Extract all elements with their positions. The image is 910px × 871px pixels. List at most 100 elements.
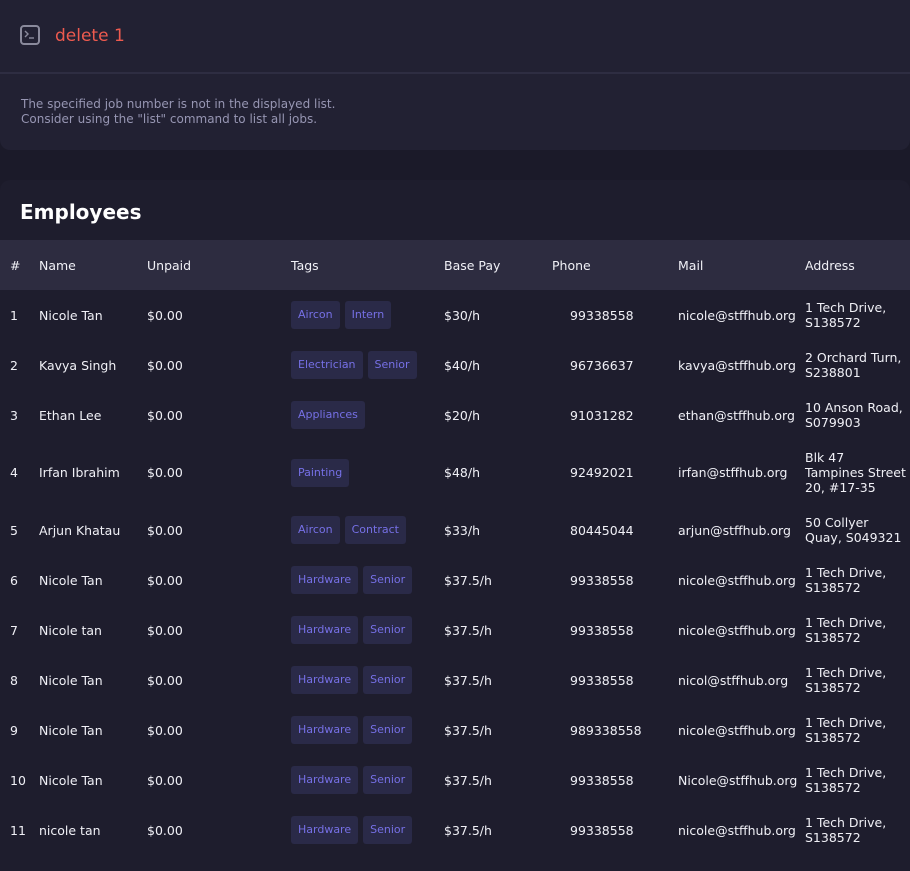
tags-cell: Painting — [291, 440, 444, 505]
tag-badge[interactable]: Hardware — [291, 716, 359, 744]
address: 2 Orchard Turn, S238801 — [805, 350, 902, 380]
tag-badge[interactable]: Appliances — [291, 401, 365, 429]
table-header-row: # Name Unpaid Tags Base Pay Phone Mail A… — [0, 240, 910, 290]
table-row[interactable]: 8 Nicole Tan $0.00 Hardware Senior $37.5/h 993… — [0, 655, 910, 705]
column-header-tags[interactable]: Tags — [291, 240, 444, 290]
tag-badge[interactable]: Aircon — [291, 516, 340, 544]
command-input-text[interactable]: delete 1 — [55, 25, 125, 47]
column-header-address[interactable]: Address — [805, 240, 910, 290]
employee-name: Irfan Ibrahim — [39, 465, 120, 480]
base-pay: $48/h — [444, 465, 480, 480]
table-row[interactable]: 10 Nicole Tan $0.00 Hardware Senior $37.5/h 99… — [0, 755, 910, 805]
phone-number: 96736637 — [570, 357, 634, 373]
tags-cell: Hardware Senior — [291, 605, 444, 655]
table-row[interactable]: 6 Nicole Tan $0.00 Hardware Senior $37.5/h 993… — [0, 555, 910, 605]
tag-badge[interactable]: Senior — [363, 716, 413, 744]
command-bar[interactable]: delete 1 — [0, 0, 910, 72]
tags-cell: Hardware Senior — [291, 655, 444, 705]
tags-cell: Electrician Senior — [291, 340, 444, 390]
phone-number: 80445044 — [570, 522, 634, 538]
email-address: nicole@stffhub.org — [678, 622, 796, 638]
row-index: 10 — [10, 772, 26, 788]
email-address: ethan@stffhub.org — [678, 407, 795, 423]
table-row[interactable]: 2 Kavya Singh $0.00 Electrician Senior $40/h 9… — [0, 340, 910, 390]
address: 10 Anson Road, S079903 — [805, 400, 903, 430]
row-index: 1 — [10, 307, 18, 323]
column-header-base-pay[interactable]: Base Pay — [444, 240, 552, 290]
email-address: irfan@stffhub.org — [678, 465, 788, 480]
employee-name: Nicole Tan — [39, 672, 103, 688]
table-row[interactable]: 4 Irfan Ibrahim $0.00 Painting $48/h 92492021… — [0, 440, 910, 505]
tag-badge[interactable]: Hardware — [291, 816, 359, 844]
column-header-index[interactable]: # — [0, 240, 39, 290]
tag-badge[interactable]: Senior — [363, 816, 413, 844]
tag-badge[interactable]: Hardware — [291, 616, 359, 644]
tags-cell: Aircon Intern — [291, 290, 444, 340]
phone-number: 99338558 — [570, 772, 634, 788]
employees-table: # Name Unpaid Tags Base Pay Phone Mail A… — [0, 240, 910, 855]
command-panel: delete 1 The specified job number is not… — [0, 0, 910, 150]
table-row[interactable]: 7 Nicole tan $0.00 Hardware Senior $37.5/h 993… — [0, 605, 910, 655]
employee-name: nicole tan — [39, 822, 101, 838]
column-header-unpaid[interactable]: Unpaid — [147, 240, 291, 290]
employee-name: Ethan Lee — [39, 407, 102, 423]
panel-title: Employees — [20, 200, 142, 224]
tag-badge[interactable]: Senior — [363, 666, 413, 694]
column-header-name[interactable]: Name — [39, 240, 147, 290]
unpaid-amount: $0.00 — [147, 672, 183, 688]
tag-badge[interactable]: Senior — [363, 616, 413, 644]
employee-name: Nicole Tan — [39, 772, 103, 788]
address: 1 Tech Drive, S138572 — [805, 815, 887, 845]
address: 1 Tech Drive, S138572 — [805, 715, 887, 745]
phone-number: 99338558 — [570, 572, 634, 588]
employees-panel: Employees # Name Unpaid Tags Base Pay Ph… — [0, 180, 910, 871]
tag-badge[interactable]: Aircon — [291, 301, 340, 329]
address: 1 Tech Drive, S138572 — [805, 765, 887, 795]
tag-badge[interactable]: Hardware — [291, 666, 359, 694]
email-address: kavya@stffhub.org — [678, 357, 796, 373]
email-address: nicol@stffhub.org — [678, 672, 789, 688]
employee-name: Nicole Tan — [39, 722, 103, 738]
address: 1 Tech Drive, S138572 — [805, 565, 887, 595]
feedback-line-1: The specified job number is not in the d… — [21, 97, 336, 111]
row-index: 3 — [10, 407, 18, 423]
employee-name: Kavya Singh — [39, 357, 117, 373]
divider — [0, 72, 910, 74]
result-feedback: The specified job number is not in the d… — [21, 97, 335, 127]
tag-badge[interactable]: Hardware — [291, 566, 359, 594]
unpaid-amount: $0.00 — [147, 522, 183, 538]
base-pay: $20/h — [444, 407, 480, 423]
column-header-mail[interactable]: Mail — [678, 240, 805, 290]
email-address: nicole@stffhub.org — [678, 572, 796, 588]
tag-badge[interactable]: Intern — [344, 301, 392, 329]
unpaid-amount: $0.00 — [147, 407, 183, 423]
address: 1 Tech Drive, S138572 — [805, 300, 887, 330]
base-pay: $37.5/h — [444, 672, 492, 688]
tag-badge[interactable]: Hardware — [291, 766, 359, 794]
table-row[interactable]: 11 nicole tan $0.00 Hardware Senior $37.5/h 99… — [0, 805, 910, 855]
table-row[interactable]: 3 Ethan Lee $0.00 Appliances $20/h 91031282 et… — [0, 390, 910, 440]
terminal-icon — [20, 25, 40, 45]
tag-badge[interactable]: Painting — [291, 458, 350, 487]
tag-badge[interactable]: Contract — [344, 516, 406, 544]
unpaid-amount: $0.00 — [147, 572, 183, 588]
table-row[interactable]: 9 Nicole Tan $0.00 Hardware Senior $37.5/h 989… — [0, 705, 910, 755]
tags-cell: Appliances — [291, 390, 444, 440]
column-header-phone[interactable]: Phone — [552, 240, 678, 290]
email-address: arjun@stffhub.org — [678, 522, 791, 538]
table-row[interactable]: 1 Nicole Tan $0.00 Aircon Intern $30/h 9933855… — [0, 290, 910, 340]
phone-number: 99338558 — [570, 822, 634, 838]
unpaid-amount: $0.00 — [147, 772, 183, 788]
tag-badge[interactable]: Electrician — [291, 351, 363, 379]
employee-name: Nicole Tan — [39, 572, 103, 588]
row-index: 5 — [10, 522, 18, 538]
tag-badge[interactable]: Senior — [363, 566, 413, 594]
phone-number: 99338558 — [570, 672, 634, 688]
unpaid-amount: $0.00 — [147, 822, 183, 838]
row-index: 6 — [10, 572, 18, 588]
table-row[interactable]: 5 Arjun Khatau $0.00 Aircon Contract $33/h 804… — [0, 505, 910, 555]
tag-badge[interactable]: Senior — [363, 766, 413, 794]
phone-number: 92492021 — [570, 465, 634, 480]
unpaid-amount: $0.00 — [147, 357, 183, 373]
tag-badge[interactable]: Senior — [367, 351, 417, 379]
